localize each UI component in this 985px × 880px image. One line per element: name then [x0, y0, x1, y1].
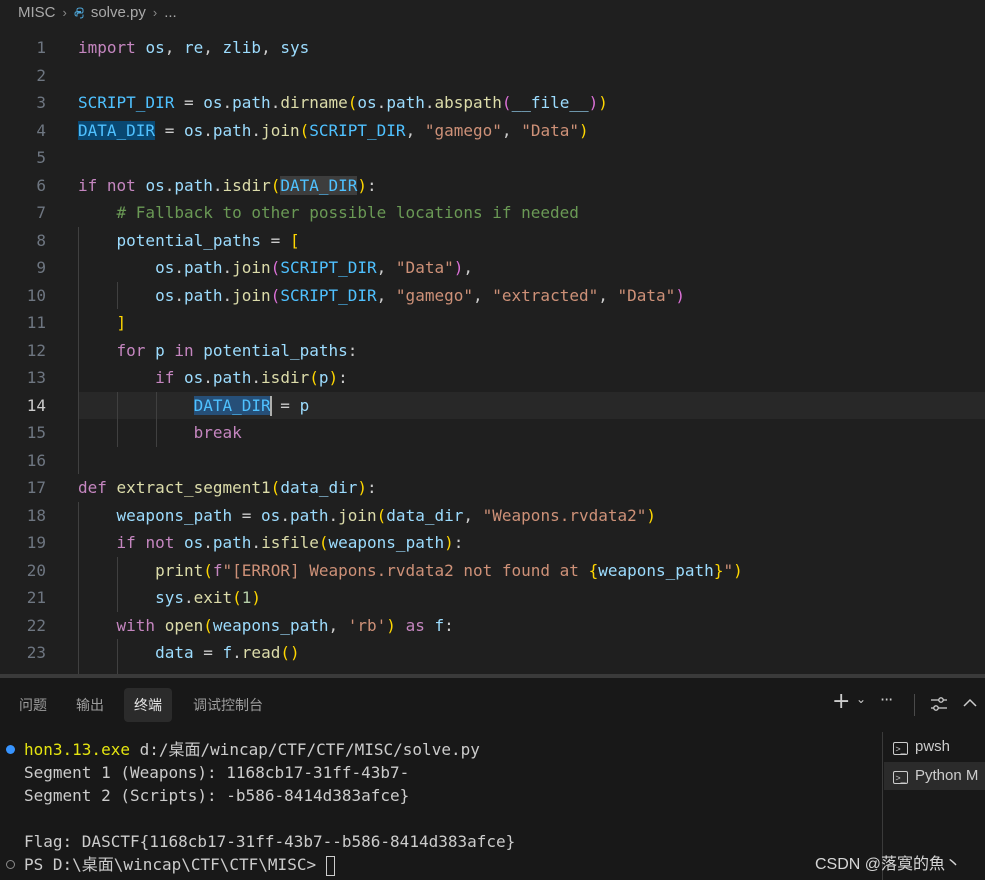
code-line[interactable]: 18 weapons_path = os.path.join(data_dir,…: [0, 502, 985, 530]
more-actions-button[interactable]: ···: [880, 690, 893, 709]
panel-tabs: 问题 输出 终端 调试控制台 + ⌄ ···: [0, 678, 985, 732]
code-text: os.path.join(SCRIPT_DIR, "Data"),: [155, 258, 473, 277]
maximize-panel-icon[interactable]: [962, 694, 978, 713]
line-number: 3: [36, 93, 46, 112]
line-number: 5: [36, 148, 46, 167]
terminal-output[interactable]: hon3.13.exe d:/桌面/wincap/CTF/CTF/MISC/so…: [0, 736, 882, 880]
line-number: 22: [26, 615, 46, 635]
tab-debug-console[interactable]: 调试控制台: [182, 688, 274, 722]
code-line[interactable]: 2: [0, 62, 985, 90]
terminal-line: Flag: DASCTF{1168cb17-31ff-43b7--b586-84…: [24, 832, 516, 851]
terminal-icon: >_: [893, 742, 908, 755]
line-number: 1: [36, 38, 46, 57]
code-line[interactable]: 15 break: [0, 419, 985, 447]
breadcrumb: MISC › solve.py › ...: [0, 0, 985, 24]
tab-problems[interactable]: 问题: [10, 688, 56, 722]
line-number: 4: [36, 120, 46, 140]
line-number: 7: [36, 203, 46, 222]
code-line[interactable]: 22 with open(weapons_path, 'rb') as f:: [0, 612, 985, 640]
split-terminal-icon[interactable]: [930, 696, 948, 716]
code-line[interactable]: 21 sys.exit(1): [0, 584, 985, 612]
code-text: data = f.read(): [155, 643, 300, 662]
tab-terminal[interactable]: 终端: [124, 688, 172, 722]
tab-output[interactable]: 输出: [66, 688, 114, 722]
code-text: if not os.path.isfile(weapons_path):: [116, 533, 464, 552]
terminal-line: hon3.13.exe d:/桌面/wincap/CTF/CTF/MISC/so…: [24, 740, 480, 759]
line-number: 13: [26, 368, 46, 387]
code-line[interactable]: 12 for p in potential_paths:: [0, 337, 985, 365]
line-number: 23: [26, 643, 46, 662]
code-text: weapons_path = os.path.join(data_dir, "W…: [116, 505, 657, 525]
line-number: 17: [26, 478, 46, 497]
code-line[interactable]: 7 # Fallback to other possible locations…: [0, 199, 985, 227]
line-number: 6: [36, 175, 46, 195]
line-number: 9: [36, 258, 46, 277]
code-line[interactable]: 1 import os, re, zlib, sys: [0, 34, 985, 62]
line-number: 19: [26, 533, 46, 552]
code-line[interactable]: 9 os.path.join(SCRIPT_DIR, "Data"),: [0, 254, 985, 282]
line-number: 2: [36, 65, 46, 85]
code-line[interactable]: 5: [0, 144, 985, 172]
code-text: DATA_DIR = p: [193, 395, 310, 416]
code-line[interactable]: 8 potential_paths = [: [0, 227, 985, 255]
code-text: SCRIPT_DIR = os.path.dirname(os.path.abs…: [78, 93, 608, 112]
toolbar-divider: [914, 694, 915, 716]
code-line[interactable]: 6 if not os.path.isdir(DATA_DIR):: [0, 172, 985, 200]
line-number: 21: [26, 588, 46, 607]
chevron-down-icon[interactable]: ⌄: [856, 692, 866, 706]
code-line[interactable]: 13 if os.path.isdir(p):: [0, 364, 985, 392]
watermark: CSDN @落寞的魚丶: [815, 856, 962, 873]
code-line[interactable]: 19 if not os.path.isfile(weapons_path):: [0, 529, 985, 557]
code-line[interactable]: 23 data = f.read(): [0, 639, 985, 667]
breadcrumb-file[interactable]: solve.py: [91, 4, 146, 21]
line-number: 14: [26, 395, 46, 415]
terminal-prompt[interactable]: PS D:\桌面\wincap\CTF\CTF\MISC>: [24, 853, 335, 876]
chevron-right-icon: ›: [152, 4, 158, 20]
code-text: potential_paths = [: [116, 230, 300, 250]
code-text: if os.path.isdir(p):: [155, 368, 348, 387]
python-file-icon: [74, 6, 86, 19]
code-text: if not os.path.isdir(DATA_DIR):: [78, 175, 377, 195]
code-text: print(f"[ERROR] Weapons.rvdata2 not foun…: [155, 560, 743, 580]
line-number: 15: [26, 423, 46, 442]
code-text: # Fallback to other possible locations i…: [116, 203, 579, 222]
code-text: import os, re, zlib, sys: [78, 38, 310, 57]
code-line[interactable]: 10 os.path.join(SCRIPT_DIR, "gamego", "e…: [0, 282, 985, 310]
code-line[interactable]: 17 def extract_segment1(data_dir):: [0, 474, 985, 502]
code-line[interactable]: 11 ]: [0, 309, 985, 337]
terminal-item-pwsh[interactable]: >_ pwsh: [893, 734, 950, 760]
terminal-line: Segment 1 (Weapons): 1168cb17-31ff-43b7-: [24, 763, 410, 782]
code-line[interactable]: 4 DATA_DIR = os.path.join(SCRIPT_DIR, "ga…: [0, 117, 985, 145]
code-line[interactable]: 20 print(f"[ERROR] Weapons.rvdata2 not f…: [0, 557, 985, 585]
line-number: 10: [26, 285, 46, 305]
code-line[interactable]: 14 DATA_DIR = p: [0, 392, 985, 420]
command-success-dot[interactable]: [6, 745, 15, 754]
prompt-dot[interactable]: [6, 860, 15, 869]
line-number: 11: [26, 313, 46, 332]
code-text: def extract_segment1(data_dir):: [78, 478, 377, 497]
new-terminal-button[interactable]: +: [832, 689, 850, 714]
code-text: for p in potential_paths:: [116, 340, 358, 360]
line-number: 20: [26, 560, 46, 580]
terminal-icon: >_: [893, 771, 908, 784]
code-text: os.path.join(SCRIPT_DIR, "gamego", "extr…: [155, 285, 685, 305]
breadcrumb-more[interactable]: ...: [164, 4, 177, 21]
line-number: 16: [26, 450, 46, 470]
breadcrumb-folder[interactable]: MISC: [18, 4, 56, 21]
code-text: ]: [116, 313, 127, 332]
terminal-cursor: [325, 855, 335, 876]
line-number: 12: [26, 340, 46, 360]
line-number: 8: [36, 230, 46, 250]
code-text: DATA_DIR = os.path.join(SCRIPT_DIR, "gam…: [78, 120, 589, 140]
code-text: sys.exit(1): [155, 588, 262, 607]
terminal-line: Segment 2 (Scripts): -b586-8414d383afce}: [24, 786, 410, 805]
code-editor[interactable]: 1 import os, re, zlib, sys 2 3 SCRIPT_DIR = …: [0, 34, 985, 674]
terminal-item-python[interactable]: >_ Python M: [893, 763, 978, 789]
chevron-right-icon: ›: [62, 4, 67, 20]
code-line[interactable]: 3 SCRIPT_DIR = os.path.dirname(os.path.ab…: [0, 89, 985, 117]
code-line[interactable]: 16: [0, 447, 985, 475]
code-text: break: [193, 423, 242, 442]
code-text: with open(weapons_path, 'rb') as f:: [116, 615, 454, 635]
line-number: 18: [26, 505, 46, 525]
